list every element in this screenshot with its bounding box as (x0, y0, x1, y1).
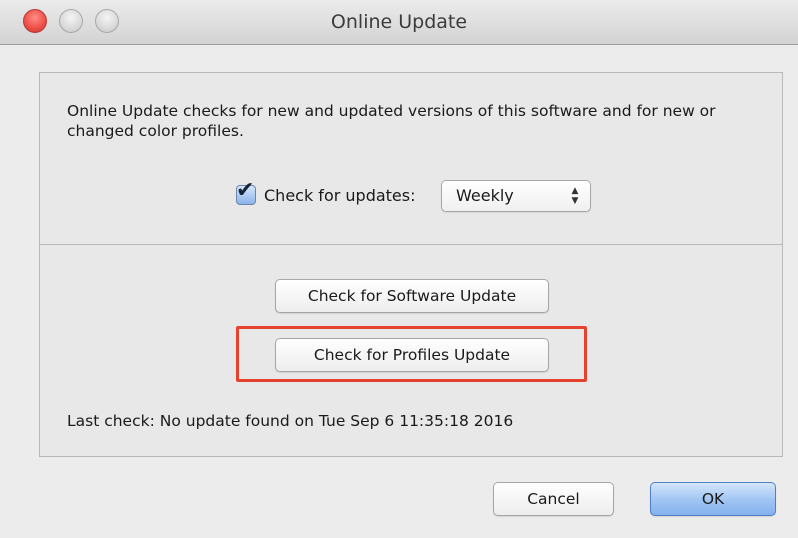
check-for-updates-label[interactable]: Check for updates: (264, 185, 416, 207)
check-profiles-update-button[interactable]: Check for Profiles Update (275, 338, 549, 372)
check-software-update-button[interactable]: Check for Software Update (275, 279, 549, 313)
check-for-updates-checkbox[interactable]: ✔ (236, 180, 256, 205)
cancel-button[interactable]: Cancel (493, 482, 614, 516)
checkmark-icon: ✔ (236, 178, 255, 203)
online-update-window: Online Update Online Update checks for n… (0, 0, 798, 538)
window-title: Online Update (330, 11, 468, 33)
description-text: Online Update checks for new and updated… (67, 102, 716, 140)
ok-button[interactable]: OK (650, 482, 776, 516)
update-frequency-value: Weekly (456, 186, 514, 205)
group-divider (39, 244, 783, 245)
up-down-arrows-icon: ▲ ▼ (571, 186, 579, 206)
title-bar[interactable]: Online Update (0, 0, 798, 45)
last-check-status: Last check: No update found on Tue Sep 6… (67, 412, 514, 430)
update-frequency-select[interactable]: Weekly ▲ ▼ (441, 180, 591, 212)
